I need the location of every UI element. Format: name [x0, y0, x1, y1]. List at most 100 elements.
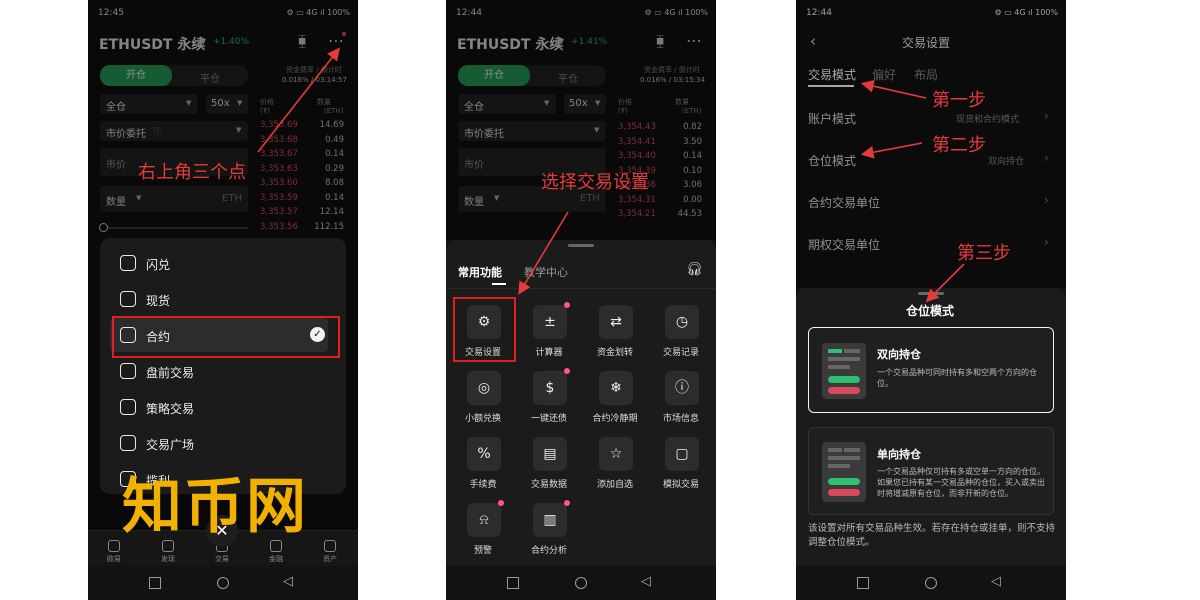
sheet-divider	[446, 288, 716, 289]
back-icon[interactable]: ◁	[991, 574, 1001, 589]
tab-label[interactable]: 金融	[264, 554, 288, 564]
tab-label[interactable]: 交易	[210, 554, 234, 564]
badge-dot	[498, 500, 504, 506]
system-navbar: ◁	[446, 566, 716, 600]
menu-item-label: 闪兑	[146, 258, 171, 272]
tool-8[interactable]: % 手续费	[450, 432, 516, 498]
tool-5[interactable]: $ 一键还债	[516, 366, 582, 432]
tool-4[interactable]: ◎ 小额兑换	[450, 366, 516, 432]
highlight-contract	[112, 316, 340, 358]
tool-10[interactable]: ☆ 添加自选	[582, 432, 648, 498]
annotation-top-right-dots: 右上角三个点	[138, 162, 246, 183]
tool-label: 手续费	[469, 480, 497, 490]
home-icon[interactable]	[217, 577, 229, 589]
menu-item[interactable]: 盘前交易	[110, 354, 328, 388]
option-title: 双向持仓	[877, 348, 921, 361]
tool-label: 预警	[473, 546, 492, 556]
tool-3[interactable]: ◷ 交易记录	[648, 300, 714, 366]
home-icon[interactable]	[925, 577, 937, 589]
tool-1[interactable]: ± 计算器	[516, 300, 582, 366]
tool-6[interactable]: ❄ 合约冷静期	[582, 366, 648, 432]
tool-label: 模拟交易	[662, 480, 699, 490]
tool-2[interactable]: ⇄ 资金划转	[582, 300, 648, 366]
option-desc: 一个交易品种可同时持有多和空两个方向的仓位。	[877, 368, 1037, 388]
menu-item-label: 交易广场	[146, 438, 195, 452]
tool-label: 计算器	[535, 348, 563, 358]
menu-item-icon	[120, 363, 136, 379]
tab-icon[interactable]	[108, 540, 120, 552]
hedge-illustration	[822, 343, 866, 399]
tool-label: 交易数据	[530, 480, 567, 490]
menu-item[interactable]: 交易广场	[110, 426, 328, 460]
system-navbar: ◁	[88, 566, 358, 600]
tool-label: 合约分析	[530, 546, 567, 556]
badge-dot	[564, 500, 570, 506]
illus-line	[828, 357, 860, 361]
menu-item[interactable]: 闪兑	[110, 246, 328, 280]
menu-item[interactable]: 策略交易	[110, 390, 328, 424]
phone-screen-3: 12:44 ⚙ ▭ 4G ıl 100% ‹ 交易设置 交易模式 偏好 布局 账…	[796, 0, 1066, 600]
illus-line	[828, 448, 842, 452]
option-title: 单向持仓	[877, 448, 921, 461]
menu-item-label: 现货	[146, 294, 171, 308]
highlight-trade-settings	[453, 297, 516, 362]
tab-label[interactable]: 资产	[318, 554, 342, 564]
annotation-step1: 第一步	[932, 90, 986, 111]
back-icon[interactable]: ◁	[641, 574, 651, 589]
illus-line	[828, 456, 860, 460]
tool-icon: ▤	[533, 437, 567, 471]
tab-tutorial-center[interactable]: 教学中心	[524, 264, 568, 280]
tool-label: 一键还债	[530, 414, 567, 424]
sheet-handle[interactable]	[568, 244, 594, 247]
tool-12[interactable]: ⍾ 预警	[450, 498, 516, 564]
tool-label: 交易记录	[662, 348, 699, 358]
tool-9[interactable]: ▤ 交易数据	[516, 432, 582, 498]
annotation-step2: 第二步	[932, 135, 986, 156]
option-hedge-mode[interactable]: 双向持仓 一个交易品种可同时持有多和空两个方向的仓位。	[808, 327, 1054, 413]
dim-overlay	[446, 0, 716, 240]
headset-icon[interactable]: 🎧︎	[686, 262, 703, 277]
tab-common-functions[interactable]: 常用功能	[458, 264, 502, 280]
tool-icon: $	[533, 371, 567, 405]
tool-13[interactable]: ▥ 合约分析	[516, 498, 582, 564]
tab-label[interactable]: 欧易	[102, 554, 126, 564]
tool-7[interactable]: ⓘ 市场信息	[648, 366, 714, 432]
illus-line	[844, 349, 860, 353]
menu-item[interactable]: 现货	[110, 282, 328, 316]
sheet-title: 仓位模式	[906, 304, 955, 318]
home-icon[interactable]	[575, 577, 587, 589]
back-icon[interactable]: ◁	[283, 574, 293, 589]
illus-short	[828, 387, 860, 394]
recents-icon[interactable]	[149, 577, 161, 589]
option-one-way-mode[interactable]: 单向持仓 一个交易品种仅可持有多或空单一方向的仓位。如果您已持有某一交易品种的仓…	[808, 427, 1054, 515]
option-desc: 一个交易品种仅可持有多或空单一方向的仓位。如果您已持有某一交易品种的仓位，买入或…	[877, 467, 1045, 498]
tool-label: 市场信息	[662, 414, 699, 424]
tool-11[interactable]: ▢ 模拟交易	[648, 432, 714, 498]
tool-icon: ☆	[599, 437, 633, 471]
tool-icon: ⍾	[467, 503, 501, 537]
illus-line	[828, 464, 850, 468]
menu-item-icon	[120, 399, 136, 415]
oneway-illustration	[822, 442, 866, 502]
illus-long	[828, 376, 860, 383]
recents-icon[interactable]	[507, 577, 519, 589]
menu-item-icon	[120, 255, 136, 271]
tool-icon: ◷	[665, 305, 699, 339]
sheet-handle[interactable]	[918, 292, 944, 295]
tab-label[interactable]: 发现	[156, 554, 180, 564]
tool-icon: ±	[533, 305, 567, 339]
dim-overlay	[796, 0, 1066, 288]
illus-short	[828, 489, 860, 496]
tool-label: 资金划转	[596, 348, 633, 358]
tool-icon: ❄	[599, 371, 633, 405]
tool-icon: ▥	[533, 503, 567, 537]
menu-item-label: 盘前交易	[146, 366, 195, 380]
phone-screen-1: 12:45 ⚙ ▭ 4G ıl 100% ETHUSDT 永续 ▼ +1.40%…	[88, 0, 358, 600]
recents-icon[interactable]	[857, 577, 869, 589]
illus-line	[828, 349, 842, 353]
tool-icon: %	[467, 437, 501, 471]
sheet-note: 该设置对所有交易品种生效。若存在持仓或挂单，则不支持调整仓位模式。	[808, 523, 1056, 548]
tab-icon[interactable]	[324, 540, 336, 552]
tool-icon: ⓘ	[665, 371, 699, 405]
tool-icon: ◎	[467, 371, 501, 405]
